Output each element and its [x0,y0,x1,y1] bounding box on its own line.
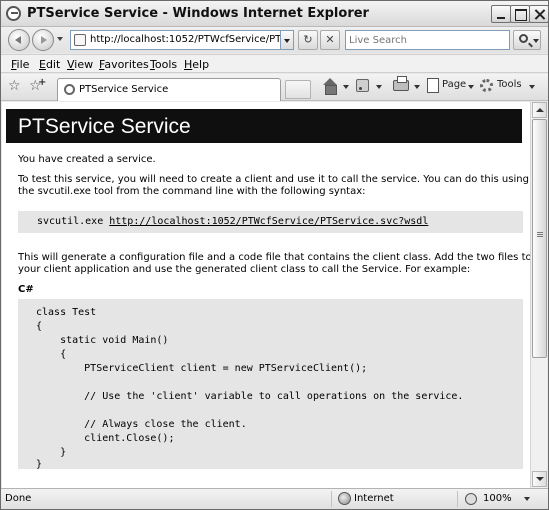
ie-logo-icon [6,6,21,21]
command-bar: ☆ ☆ PTService Service Page Tools [1,74,548,101]
page-menu-label[interactable]: Page [442,79,466,95]
code-line: { [36,349,67,360]
code-line: client.Close(); [36,433,175,444]
internet-zone-icon [338,492,351,505]
feeds-icon[interactable] [356,79,369,92]
favorites-star-icon[interactable]: ☆ [8,79,21,93]
code-sample: class Test { static void Main() { PTServ… [18,299,523,470]
menu-favorites[interactable]: Favorites [99,58,149,71]
security-zone-label[interactable]: Internet [354,493,394,504]
browser-window: PTService Service - Windows Internet Exp… [0,0,549,510]
page-header-banner: PTService Service [6,109,522,143]
minimize-button[interactable] [491,5,511,23]
page-icon[interactable] [427,78,439,93]
menu-file[interactable]: File [11,58,29,71]
address-dropdown-button[interactable] [281,30,294,50]
code-line: class Test [36,307,97,318]
created-text: You have created a service. [18,154,156,165]
maximize-button[interactable] [510,5,530,23]
scroll-grip-icon [537,232,543,233]
status-divider [331,491,332,507]
generate-text-line2: your client application and use the gene… [18,264,471,275]
test-instructions-line2: the svcutil.exe tool from the command li… [18,186,366,197]
search-box[interactable] [345,30,510,50]
search-button[interactable] [513,30,541,50]
vertical-scrollbar[interactable] [530,102,547,488]
tools-dropdown-icon[interactable] [529,85,535,89]
address-url[interactable]: http://localhost:1052/PTWcfService/PTSer… [90,34,280,45]
wsdl-link[interactable]: http://localhost:1052/PTWcfService/PTSer… [109,216,428,227]
menu-view[interactable]: View [67,58,93,71]
scroll-up-button[interactable] [532,102,547,118]
address-bar[interactable]: http://localhost:1052/PTWcfService/PTSer… [70,30,281,50]
home-icon[interactable] [322,78,338,95]
menu-tools[interactable]: Tools [150,58,177,71]
code-line: { [36,321,43,332]
status-text: Done [5,493,32,504]
code-line: // Always close the client. [36,419,247,430]
title-bar: PTService Service - Windows Internet Exp… [1,1,548,27]
status-bar: Done Internet 100% [1,488,548,509]
new-tab-button[interactable] [285,80,311,99]
page-favicon-icon [64,84,75,95]
add-favorites-icon[interactable]: ☆ [29,76,46,93]
recent-pages-dropdown[interactable] [57,37,63,41]
refresh-icon[interactable]: ↻ [298,30,318,50]
code-line: // Use the 'client' variable to call ope… [36,391,464,402]
menu-help[interactable]: Help [184,58,209,71]
search-input[interactable] [346,31,509,49]
feeds-dropdown-icon[interactable] [376,85,382,89]
back-arrow-icon[interactable] [8,29,30,51]
search-icon [519,34,528,43]
print-icon[interactable] [393,76,409,91]
stop-icon[interactable]: ✕ [320,30,340,50]
code-line: PTServiceClient client = new PTServiceCl… [36,363,368,374]
page-viewport: PTService Service You have created a ser… [2,102,530,488]
tab-label: PTService Service [79,84,169,95]
command-box: svcutil.exe http://localhost:1052/PTWcfS… [18,211,523,233]
scroll-down-button[interactable] [532,471,547,487]
close-button[interactable] [529,5,548,23]
window-title: PTService Service - Windows Internet Exp… [27,6,369,21]
tools-gear-icon[interactable] [480,79,493,92]
forward-arrow-icon[interactable] [32,29,54,51]
command-prefix: svcutil.exe [37,216,110,227]
menu-bar: File Edit View Favorites Tools Help [1,54,548,73]
chevron-down-icon [533,39,539,43]
page-title: PTService Service [18,115,191,138]
menu-edit[interactable]: Edit [39,58,60,71]
print-dropdown-icon[interactable] [414,85,420,89]
home-dropdown-icon[interactable] [343,85,349,89]
zoom-dropdown-icon[interactable] [524,497,530,501]
status-divider [457,491,458,507]
page-dropdown-icon[interactable] [468,85,474,89]
code-line: static void Main() [36,335,169,346]
zoom-icon[interactable] [465,493,477,505]
tools-menu-label[interactable]: Tools [497,79,522,95]
code-line: } [36,447,67,458]
code-line: } [36,459,43,470]
language-label: C# [18,284,34,295]
command-line: svcutil.exe http://localhost:1052/PTWcfS… [37,216,428,227]
address-toolbar: http://localhost:1052/PTWcfService/PTSer… [1,27,548,53]
tab-ptservice[interactable]: PTService Service [57,78,281,101]
scroll-thumb[interactable] [532,119,547,358]
page-favicon-icon [74,34,86,46]
zoom-level[interactable]: 100% [483,493,512,504]
